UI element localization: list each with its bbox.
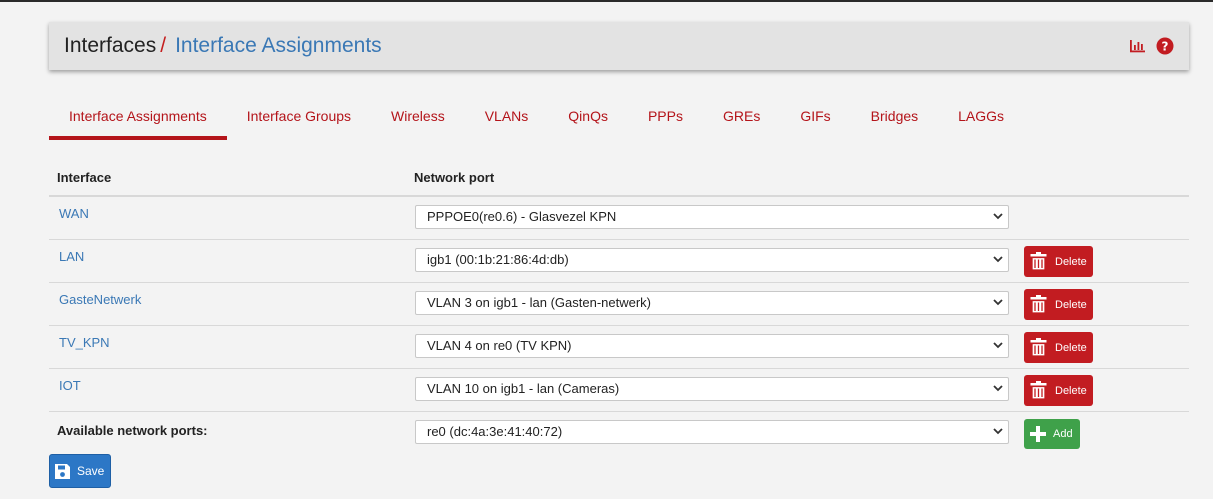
chart-icon[interactable] bbox=[1129, 39, 1146, 53]
svg-text:?: ? bbox=[1162, 40, 1169, 54]
network-port-select-gastenetwerk[interactable]: VLAN 3 on igb1 - lan (Gasten-netwerk) bbox=[415, 291, 1009, 315]
tab-qinqs[interactable]: QinQs bbox=[548, 96, 628, 140]
table-header: Interface Network port bbox=[49, 154, 1189, 197]
add-label: Add bbox=[1053, 428, 1073, 440]
table-row: GasteNetwerk VLAN 3 on igb1 - lan (Gaste… bbox=[49, 283, 1189, 326]
table-row: TV_KPN VLAN 4 on re0 (TV KPN) Delete bbox=[49, 326, 1189, 369]
tab-wireless[interactable]: Wireless bbox=[371, 96, 465, 140]
delete-button-tv-kpn[interactable]: Delete bbox=[1024, 332, 1093, 363]
network-port-select-tv-kpn[interactable]: VLAN 4 on re0 (TV KPN) bbox=[415, 334, 1009, 358]
select-value: PPPOE0(re0.6) - Glasvezel KPN bbox=[427, 209, 617, 224]
delete-button-iot[interactable]: Delete bbox=[1024, 375, 1093, 406]
chevron-down-icon bbox=[993, 428, 1003, 435]
trash-icon bbox=[1030, 338, 1047, 357]
breadcrumb-separator: / bbox=[160, 34, 167, 57]
table-row: LAN igb1 (00:1b:21:86:4d:db) Delete bbox=[49, 240, 1189, 283]
table-row: IOT VLAN 10 on igb1 - lan (Cameras) Dele… bbox=[49, 369, 1189, 412]
tab-gifs[interactable]: GIFs bbox=[780, 96, 850, 140]
interface-link-gastenetwerk[interactable]: GasteNetwerk bbox=[59, 292, 141, 307]
select-value: VLAN 3 on igb1 - lan (Gasten-netwerk) bbox=[427, 295, 651, 310]
trash-icon bbox=[1030, 252, 1047, 271]
interface-link-tv-kpn[interactable]: TV_KPN bbox=[59, 335, 110, 350]
chevron-down-icon bbox=[993, 342, 1003, 349]
chevron-down-icon bbox=[993, 256, 1003, 263]
available-ports-row: Available network ports: re0 (dc:4a:3e:4… bbox=[49, 412, 1189, 455]
help-icon[interactable]: ? bbox=[1156, 37, 1174, 55]
select-value: VLAN 4 on re0 (TV KPN) bbox=[427, 338, 572, 353]
chevron-down-icon bbox=[993, 213, 1003, 220]
available-port-select[interactable]: re0 (dc:4a:3e:41:40:72) bbox=[415, 420, 1009, 444]
trash-icon bbox=[1030, 381, 1047, 400]
interface-table: Interface Network port WAN PPPOE0(re0.6)… bbox=[49, 154, 1189, 455]
delete-label: Delete bbox=[1055, 255, 1087, 268]
delete-button-gastenetwerk[interactable]: Delete bbox=[1024, 289, 1093, 320]
tab-interface-assignments[interactable]: Interface Assignments bbox=[49, 96, 227, 140]
tab-bar: Interface Assignments Interface Groups W… bbox=[49, 96, 1024, 140]
network-port-select-iot[interactable]: VLAN 10 on igb1 - lan (Cameras) bbox=[415, 377, 1009, 401]
available-ports-label: Available network ports: bbox=[57, 423, 208, 438]
interface-link-iot[interactable]: IOT bbox=[59, 378, 81, 393]
select-value: igb1 (00:1b:21:86:4d:db) bbox=[427, 252, 569, 267]
save-icon bbox=[55, 463, 70, 479]
chevron-down-icon bbox=[993, 385, 1003, 392]
table-row: WAN PPPOE0(re0.6) - Glasvezel KPN bbox=[49, 197, 1189, 240]
interface-link-lan[interactable]: LAN bbox=[59, 249, 84, 264]
header-icons: ? bbox=[1129, 37, 1174, 55]
page-header: Interfaces / Interface Assignments ? bbox=[49, 22, 1189, 70]
select-value: VLAN 10 on igb1 - lan (Cameras) bbox=[427, 381, 620, 396]
column-header-interface: Interface bbox=[57, 170, 112, 185]
delete-label: Delete bbox=[1055, 341, 1087, 354]
tab-ppps[interactable]: PPPs bbox=[628, 96, 703, 140]
breadcrumb-root[interactable]: Interfaces bbox=[64, 34, 156, 58]
save-label: Save bbox=[77, 464, 105, 478]
delete-button-lan[interactable]: Delete bbox=[1024, 246, 1093, 277]
tab-interface-groups[interactable]: Interface Groups bbox=[227, 96, 371, 140]
delete-label: Delete bbox=[1055, 384, 1087, 397]
tab-gres[interactable]: GREs bbox=[703, 96, 780, 140]
select-value: re0 (dc:4a:3e:41:40:72) bbox=[427, 424, 563, 439]
breadcrumb-current[interactable]: Interface Assignments bbox=[175, 34, 382, 58]
tab-bridges[interactable]: Bridges bbox=[851, 96, 938, 140]
column-header-network-port: Network port bbox=[414, 170, 495, 185]
interface-link-wan[interactable]: WAN bbox=[59, 206, 89, 221]
tab-laggs[interactable]: LAGGs bbox=[938, 96, 1024, 140]
tab-vlans[interactable]: VLANs bbox=[465, 96, 549, 140]
save-button[interactable]: Save bbox=[49, 454, 111, 488]
add-button[interactable]: Add bbox=[1024, 419, 1080, 449]
network-port-select-wan[interactable]: PPPOE0(re0.6) - Glasvezel KPN bbox=[415, 205, 1009, 229]
chevron-down-icon bbox=[993, 299, 1003, 306]
trash-icon bbox=[1030, 295, 1047, 314]
network-port-select-lan[interactable]: igb1 (00:1b:21:86:4d:db) bbox=[415, 248, 1009, 272]
plus-icon bbox=[1030, 426, 1046, 442]
delete-label: Delete bbox=[1055, 298, 1087, 311]
